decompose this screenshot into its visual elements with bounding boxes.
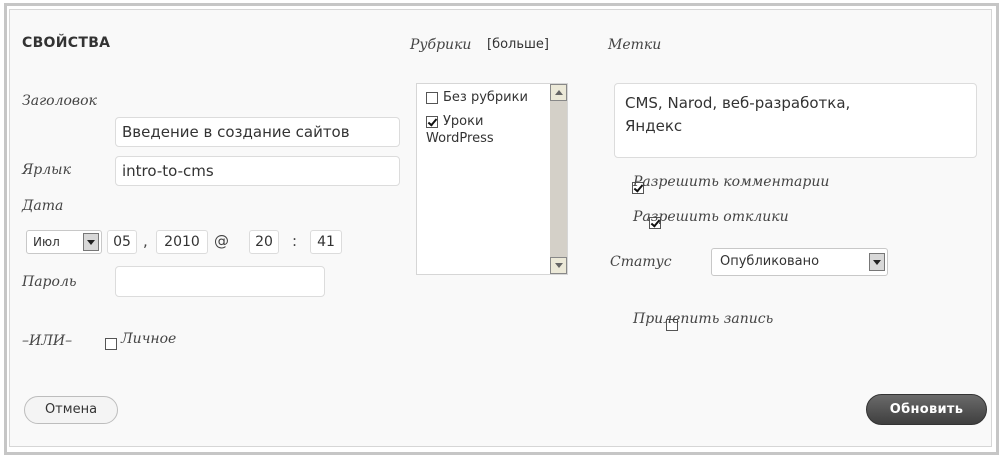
status-select[interactable]: Опубликовано — [711, 248, 888, 276]
categories-more-link[interactable]: [больше] — [487, 37, 549, 52]
status-label: Статус — [610, 254, 672, 270]
update-button[interactable]: Обновить — [866, 394, 987, 425]
day-input[interactable]: 05 — [107, 230, 137, 254]
time-colon: : — [292, 232, 298, 250]
category-label: Уроки — [443, 114, 484, 129]
category-checkbox[interactable] — [426, 116, 438, 128]
categories-list: Без рубрики Уроки WordPress — [416, 83, 568, 275]
category-checkbox[interactable] — [426, 92, 438, 104]
scroll-down-icon[interactable] — [550, 257, 567, 274]
title-label: Заголовок — [22, 93, 97, 109]
tags-textarea[interactable]: CMS, Narod, веб-разработка, Яндекс — [614, 83, 977, 158]
month-select[interactable]: Июл — [26, 230, 102, 254]
month-value: Июл — [33, 235, 60, 249]
cancel-button[interactable]: Отмена — [24, 396, 118, 424]
status-value: Опубликовано — [720, 254, 820, 269]
private-label: Личное — [121, 331, 177, 347]
or-label: –ИЛИ– — [22, 333, 73, 349]
category-label-continued: WordPress — [426, 131, 494, 146]
scroll-up-icon[interactable] — [550, 84, 567, 101]
date-comma: , — [143, 232, 148, 250]
slug-label: Ярлык — [22, 162, 71, 178]
chevron-down-icon — [83, 233, 99, 251]
allow-pings-label: Разрешить отклики — [633, 209, 789, 225]
date-label: Дата — [22, 198, 64, 214]
tags-label: Метки — [608, 37, 662, 53]
password-input[interactable] — [115, 266, 325, 297]
at-sign: @ — [214, 232, 229, 250]
categories-scrollbar[interactable] — [550, 84, 567, 274]
hour-input[interactable]: 20 — [249, 230, 279, 254]
minute-input[interactable]: 41 — [310, 230, 342, 254]
category-label: Без рубрики — [443, 90, 528, 105]
tags-line: CMS, Narod, веб-разработка, — [625, 94, 851, 112]
title-input[interactable]: Введение в создание сайтов — [115, 117, 400, 147]
sticky-label: Прилепить запись — [633, 311, 774, 327]
password-label: Пароль — [22, 274, 77, 290]
allow-comments-label: Разрешить комментарии — [633, 174, 830, 190]
year-input[interactable]: 2010 — [156, 230, 208, 254]
categories-heading: Рубрики — [410, 37, 472, 53]
chevron-down-icon — [869, 253, 885, 271]
slug-input[interactable]: intro-to-cms — [115, 156, 400, 186]
private-checkbox[interactable] — [105, 337, 117, 350]
tags-line: Яндекс — [625, 117, 683, 135]
panel-title: СВОЙСТВА — [22, 35, 111, 51]
